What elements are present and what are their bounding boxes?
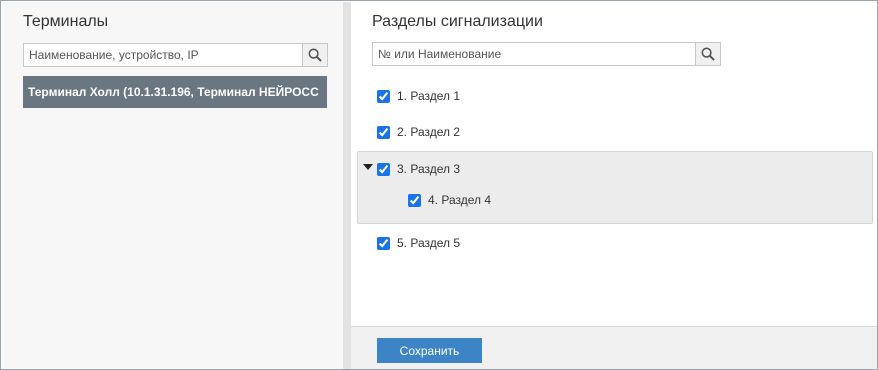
section-search-button[interactable]: [695, 43, 720, 65]
sections-panel: Разделы сигнализации 1. Раздел 1 2. Разд…: [351, 2, 877, 369]
terminal-search-input[interactable]: [24, 44, 302, 66]
section-item-label: 3. Раздел 3: [397, 162, 461, 176]
search-icon: [308, 48, 322, 62]
section-3-checkbox[interactable]: [377, 162, 390, 176]
caret-down-icon[interactable]: [363, 164, 373, 170]
terminals-title: Терминалы: [23, 13, 109, 30]
section-item-5: 5. Раздел 5: [377, 233, 460, 253]
section-item-1: 1. Раздел 1: [377, 86, 460, 106]
section-item-label: 1. Раздел 1: [397, 89, 461, 103]
section-item-label: 2. Раздел 2: [397, 125, 461, 139]
section-4-checkbox[interactable]: [408, 193, 421, 207]
panel-splitter[interactable]: [343, 2, 351, 369]
section-item-3: 3. Раздел 3: [377, 159, 460, 179]
section-2-checkbox[interactable]: [377, 125, 390, 139]
save-button[interactable]: Сохранить: [377, 338, 482, 363]
terminal-search-box: [23, 43, 328, 67]
sections-title: Разделы сигнализации: [372, 13, 543, 30]
section-item-label: 4. Раздел 4: [428, 193, 492, 207]
section-1-checkbox[interactable]: [377, 89, 390, 103]
terminals-panel: Терминалы Терминал Холл (10.1.31.196, Те…: [2, 2, 343, 369]
section-item-4: 4. Раздел 4: [408, 190, 491, 210]
terminal-search-button[interactable]: [302, 44, 327, 66]
section-item-label: 5. Раздел 5: [397, 236, 461, 250]
terminal-list-item[interactable]: Терминал Холл (10.1.31.196, Терминал НЕЙ…: [23, 76, 327, 108]
section-item-2: 2. Раздел 2: [377, 122, 460, 142]
search-icon: [701, 47, 715, 61]
section-search-box: [372, 42, 721, 66]
footer-bar: Сохранить: [351, 326, 877, 369]
section-5-checkbox[interactable]: [377, 236, 390, 250]
app-window: Терминалы Терминал Холл (10.1.31.196, Те…: [0, 0, 878, 370]
section-search-input[interactable]: [373, 43, 695, 65]
